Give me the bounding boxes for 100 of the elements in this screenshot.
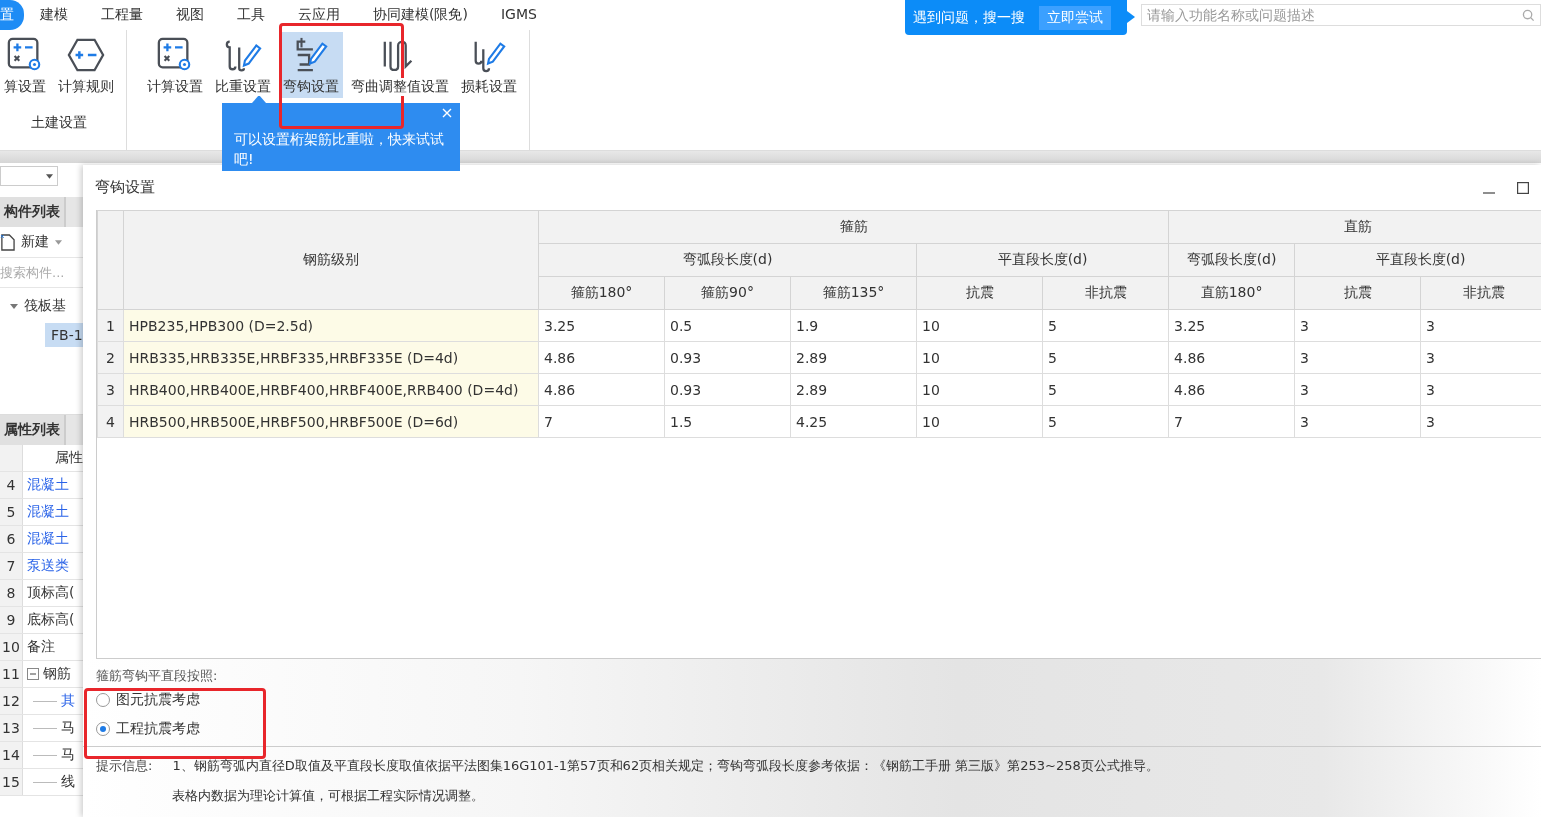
maximize-icon[interactable]	[1517, 181, 1529, 194]
table-cell: HPB235,HPB300 (D=2.5d)	[123, 309, 539, 342]
column-header: 箍筋180°	[538, 276, 665, 310]
radio-group-label: 箍筋弯钩平直段按照:	[96, 667, 218, 685]
table-cell[interactable]: 7	[1168, 405, 1295, 438]
table-cell[interactable]: 4.86	[1168, 373, 1295, 406]
table-cell[interactable]: 3	[1294, 309, 1421, 342]
property-name: 其	[61, 692, 75, 710]
column-header: 弯弧段长度(d)	[1168, 243, 1295, 277]
table-cell[interactable]: 5	[1042, 405, 1169, 438]
table-cell[interactable]: 2.89	[790, 341, 917, 374]
tree-item[interactable]: 筏板基	[0, 292, 83, 320]
property-name: 线	[61, 773, 75, 791]
menu-tab[interactable]: 建模	[40, 0, 68, 30]
table-cell[interactable]: 1.5	[664, 405, 791, 438]
table-cell[interactable]: 3	[1294, 341, 1421, 374]
property-name: 底标高(	[27, 611, 75, 629]
help-text: 遇到问题，搜一搜	[913, 8, 1025, 27]
property-name: 混凝土	[27, 530, 69, 548]
table-cell: HRB500,HRB500E,HRBF500,HRBF500E (D=6d)	[123, 405, 539, 438]
menu-tab[interactable]: IGMS	[500, 0, 537, 30]
column-header: 抗震	[916, 276, 1043, 310]
table-cell[interactable]: 3.25	[1168, 309, 1295, 342]
property-name: 马	[61, 719, 75, 737]
table-cell[interactable]: 0.93	[664, 341, 791, 374]
row-number: 4	[0, 472, 23, 498]
table-cell[interactable]: 4.86	[1168, 341, 1295, 374]
caret-icon	[55, 239, 62, 245]
row-number: 14	[0, 742, 23, 768]
column-header: 箍筋135°	[790, 276, 917, 310]
column-header: 箍筋90°	[664, 276, 791, 310]
column-header: 平直段长度(d)	[1294, 243, 1541, 277]
row-number: 2	[97, 341, 124, 374]
row-number: 12	[0, 688, 23, 714]
table-cell[interactable]: 4.86	[538, 373, 665, 406]
table-cell[interactable]: 10	[916, 341, 1043, 374]
radio-option[interactable]: 图元抗震考虑	[96, 685, 200, 714]
dialog-title: 弯钩设置	[95, 178, 155, 197]
table-cell[interactable]: 3.25	[538, 309, 665, 342]
column-header: 非抗震	[1042, 276, 1169, 310]
row-number: 13	[0, 715, 23, 741]
row-number: 15	[0, 769, 23, 795]
panel-tab[interactable]: 属性列表	[0, 415, 66, 445]
column-header: 非抗震	[1420, 276, 1541, 310]
table-cell[interactable]: 0.5	[664, 309, 791, 342]
menu-tab[interactable]: 协同建模(限免)	[373, 0, 468, 30]
row-number: 3	[97, 373, 124, 406]
property-name: 马	[61, 746, 75, 764]
property-name: 顶标高(	[27, 584, 75, 602]
table-cell[interactable]: 2.89	[790, 373, 917, 406]
menu-tab[interactable]: 视图	[176, 0, 204, 30]
row-number: 9	[0, 607, 23, 633]
column-header: 直筋	[1168, 210, 1541, 244]
table-cell[interactable]: 5	[1042, 341, 1169, 374]
property-name: 混凝土	[27, 503, 69, 521]
ribbon-button[interactable]: 弯钩设置	[279, 32, 343, 98]
row-number: 6	[0, 526, 23, 552]
group-label: 土建设置	[31, 114, 87, 132]
menu-tab[interactable]: 工程量	[101, 0, 143, 30]
collapse-icon[interactable]	[27, 668, 39, 680]
table-cell[interactable]: 10	[916, 309, 1043, 342]
property-name: 泵送类	[27, 557, 69, 575]
menu-tab[interactable]: 工具	[237, 0, 265, 30]
hexagon-icon	[67, 36, 105, 74]
row-number: 1	[97, 309, 124, 342]
table-cell[interactable]: 5	[1042, 309, 1169, 342]
property-name: 备注	[27, 638, 55, 656]
hint-label: 提示信息:	[96, 757, 153, 775]
column-header: 属性	[54, 448, 83, 467]
table-cell[interactable]: 7	[538, 405, 665, 438]
table-cell[interactable]: 1.9	[790, 309, 917, 342]
new-button[interactable]: 新建	[0, 233, 62, 251]
panel-tab[interactable]: 构件列表	[0, 197, 66, 227]
tooltip-text: 可以设置桁架筋比重啦，快来试试吧!	[234, 130, 445, 169]
close-icon[interactable]	[442, 108, 452, 118]
caret-icon	[46, 173, 53, 179]
table-cell[interactable]: 4.25	[790, 405, 917, 438]
table-cell[interactable]: 10	[916, 405, 1043, 438]
column-header: 直筋180°	[1168, 276, 1295, 310]
row-number: 5	[0, 499, 23, 525]
radio-option[interactable]: 工程抗震考虑	[96, 714, 200, 743]
row-number: 10	[0, 634, 23, 660]
table-cell[interactable]: 5	[1042, 373, 1169, 406]
menu-tab[interactable]: 云应用	[298, 0, 340, 30]
table-cell[interactable]: 4.86	[538, 341, 665, 374]
row-number: 11	[0, 661, 23, 687]
table-cell: HRB400,HRB400E,HRBF400,HRBF400E,RRB400 (D=4d)	[123, 373, 539, 406]
column-header: 钢筋级别	[123, 210, 539, 310]
column-header: 抗震	[1294, 276, 1421, 310]
row-number: 7	[0, 553, 23, 579]
search-field[interactable]: 请输入功能名称或问题描述	[1141, 4, 1541, 26]
table-cell[interactable]: 0.93	[664, 373, 791, 406]
table-cell[interactable]: 10	[916, 373, 1043, 406]
property-name: 钢筋	[43, 665, 71, 683]
column-header: 平直段长度(d)	[916, 243, 1169, 277]
table-cell[interactable]: 3	[1294, 405, 1421, 438]
hint-text: 表格内数据为理论计算值，可根据工程实际情况调整。	[172, 787, 486, 805]
table-cell: HRB335,HRB335E,HRBF335,HRBF335E (D=4d)	[123, 341, 539, 374]
table-cell[interactable]: 3	[1294, 373, 1421, 406]
hint-text: 1、钢筋弯弧内直径D取值及平直段长度取值依据平法图集16G101-1第57页和62页相关规定；弯钩弯弧段长度参考依据：《钢筋工手册 第三版》第253~258页公式推导。	[172, 757, 1159, 775]
